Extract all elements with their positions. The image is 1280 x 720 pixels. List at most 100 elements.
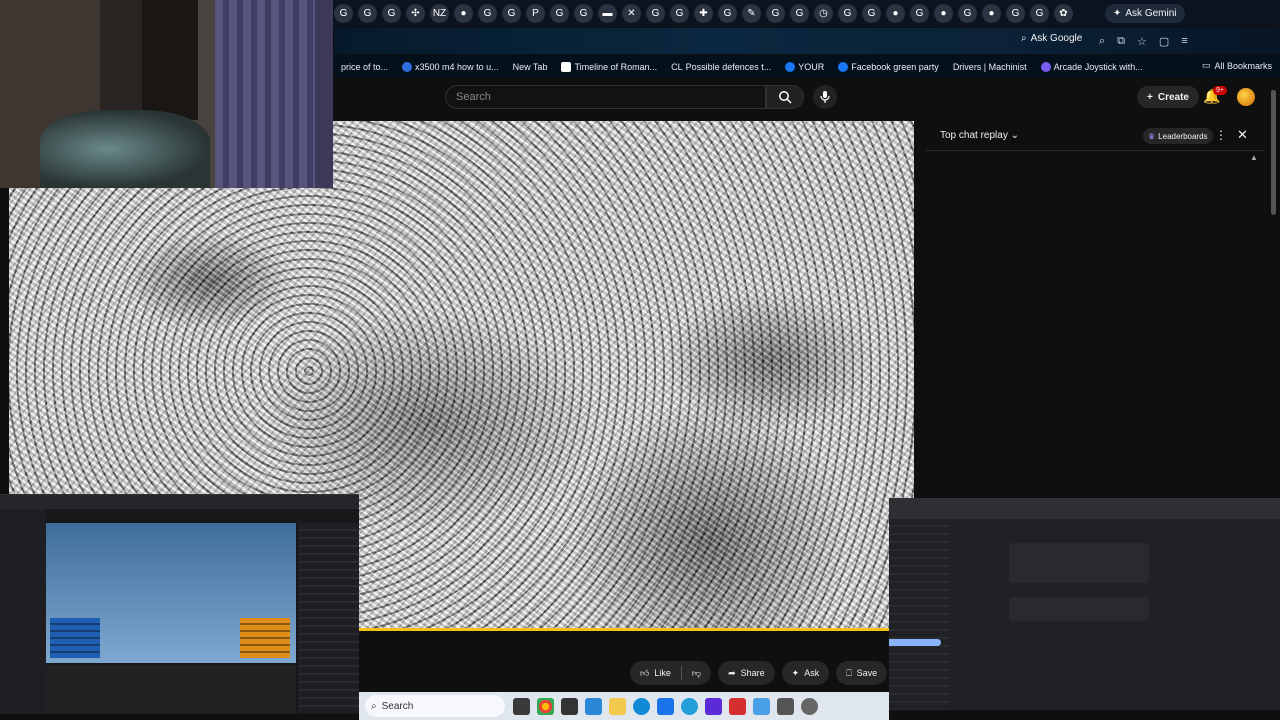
tab-favicon-icon[interactable]: ✕ xyxy=(622,4,641,23)
leaderboards-button[interactable]: ♛ Leaderboards xyxy=(1143,128,1213,144)
dislike-button[interactable]: 👎︎ xyxy=(682,668,711,679)
tab-favicon-icon[interactable]: G xyxy=(718,4,737,23)
toolbar-icons: ⌕ ⧉ ☆ ▢ ≡ xyxy=(1099,35,1188,48)
page-scrollbar[interactable] xyxy=(1271,90,1276,215)
tab-favicon-icon[interactable]: ● xyxy=(454,4,473,23)
tab-favicon-icon[interactable]: G xyxy=(790,4,809,23)
tab-favicon-icon[interactable]: G xyxy=(862,4,881,23)
tab-favicon-icon[interactable]: ◷ xyxy=(814,4,833,23)
tab-favicon-icon[interactable]: G xyxy=(358,4,377,23)
settings-gear-icon[interactable] xyxy=(801,697,818,715)
tab-favicon-icon[interactable]: G xyxy=(574,4,593,23)
more-options-icon[interactable]: ⋮ xyxy=(1215,128,1227,142)
file-explorer-icon[interactable] xyxy=(609,697,626,715)
tab-favicon-icon[interactable]: G xyxy=(910,4,929,23)
tab-favicon-icon[interactable]: G xyxy=(958,4,977,23)
tab-favicon-icon[interactable]: ● xyxy=(982,4,1001,23)
outlook-icon[interactable] xyxy=(657,697,674,715)
tab-favicon-icon[interactable]: G xyxy=(382,4,401,23)
tab-favicon-icon[interactable]: ✣ xyxy=(406,4,425,23)
tab-favicon-icon[interactable]: G xyxy=(478,4,497,23)
like-dislike-group: 👍︎ Like 👎︎ xyxy=(630,661,712,685)
share-arrow-icon: ➦ xyxy=(728,667,736,678)
bookmark-item[interactable]: Arcade Joystick with... xyxy=(1034,61,1150,72)
tab-favicon-icon[interactable]: G xyxy=(1006,4,1025,23)
share-button[interactable]: ➦ Share xyxy=(718,661,775,685)
ask-gemini-button[interactable]: ✦ Ask Gemini xyxy=(1105,4,1185,23)
menu-icon[interactable]: ≡ xyxy=(1181,35,1187,48)
tab-favicon-icon[interactable]: G xyxy=(334,4,353,23)
bookmark-item[interactable]: price of to... xyxy=(334,62,395,72)
video-progress-bar[interactable] xyxy=(359,628,889,631)
ask-google-button[interactable]: ⌕ Ask Google xyxy=(1021,33,1082,44)
cast-icon[interactable]: ⧉ xyxy=(1117,35,1125,48)
webcam-curtain xyxy=(215,0,315,188)
chrome-icon[interactable] xyxy=(537,697,554,715)
search-button[interactable] xyxy=(766,85,804,109)
tab-favicon-icon[interactable]: G xyxy=(1030,4,1049,23)
create-button[interactable]: + Create xyxy=(1137,86,1199,108)
tab-favicon-icon[interactable]: G xyxy=(670,4,689,23)
extensions-icon[interactable]: ▢ xyxy=(1159,35,1169,48)
thumbnail-info xyxy=(46,665,296,713)
chat-messages-area xyxy=(926,152,1264,492)
tab-favicon-icon[interactable]: ✎ xyxy=(742,4,761,23)
tab-favicon-icon[interactable]: G xyxy=(502,4,521,23)
avatar[interactable] xyxy=(1237,88,1255,106)
tab-favicon-icon[interactable]: P xyxy=(526,4,545,23)
thumbnail-game-view xyxy=(46,523,296,663)
tab-favicon-icon[interactable]: NZ xyxy=(430,4,449,23)
bookmark-item[interactable]: Drivers | Machinist xyxy=(946,62,1034,72)
app-icon[interactable] xyxy=(777,697,794,715)
tab-favicons: G G G ✣ NZ ● G G P G G ▬ ✕ G G ✚ G ✎ G G ◷ G G ● G ● G ● G G ✿ xyxy=(334,4,1073,23)
bookmark-item[interactable]: CL Possible defences t... xyxy=(664,62,778,72)
streaming-window-thumbnail[interactable] xyxy=(0,494,359,714)
zoom-icon[interactable]: ⌕ xyxy=(1099,35,1105,48)
tab-favicon-icon[interactable]: G xyxy=(550,4,569,23)
facebook-icon xyxy=(838,61,849,72)
settings-window-thumbnail[interactable] xyxy=(889,498,1280,710)
thumbnail-tabs xyxy=(889,499,1280,519)
bookmark-item[interactable]: x3500 m4 how to u... xyxy=(395,61,506,72)
star-bookmark-icon[interactable]: ☆ xyxy=(1137,35,1147,48)
tab-favicon-icon[interactable]: G xyxy=(646,4,665,23)
tab-favicon-icon[interactable]: ▬ xyxy=(598,4,617,23)
app-icon[interactable] xyxy=(705,697,722,715)
search-input[interactable]: Search xyxy=(445,85,766,109)
tab-favicon-icon[interactable]: ● xyxy=(886,4,905,23)
bookmark-item[interactable]: YOUR xyxy=(778,61,831,72)
all-bookmarks-button[interactable]: ▭ All Bookmarks xyxy=(1202,60,1272,71)
tab-favicon-icon[interactable]: ● xyxy=(934,4,953,23)
sparkle-icon: ✦ xyxy=(791,667,800,678)
voice-search-button[interactable] xyxy=(813,85,837,109)
taskbar-search[interactable]: ⌕ Search xyxy=(365,695,505,717)
webcam-blanket xyxy=(40,110,210,188)
tab-favicon-icon[interactable]: ✚ xyxy=(694,4,713,23)
close-icon[interactable]: ✕ xyxy=(1237,127,1248,143)
telegram-icon[interactable] xyxy=(681,697,698,715)
photos-icon[interactable] xyxy=(753,697,770,715)
windows-taskbar: ⌕ Search xyxy=(359,692,889,720)
tab-favicon-icon[interactable]: G xyxy=(838,4,857,23)
save-button[interactable]: ⎕ Save xyxy=(836,661,888,685)
like-button[interactable]: 👍︎ Like xyxy=(630,668,681,679)
chat-mode-dropdown[interactable]: Top chat replay ⌄ xyxy=(940,130,1019,141)
obs-icon[interactable] xyxy=(561,697,578,715)
bookmark-item[interactable]: Timeline of Roman... xyxy=(554,61,664,72)
edge-icon[interactable] xyxy=(633,697,650,715)
ask-button[interactable]: ✦ Ask xyxy=(781,661,830,685)
plus-icon: + xyxy=(1147,91,1153,103)
scroll-up-icon[interactable]: ▲ xyxy=(1250,153,1258,162)
tab-favicon-icon[interactable]: ✿ xyxy=(1054,4,1073,23)
app-icon[interactable] xyxy=(729,697,746,715)
thumbnail-sidebar xyxy=(0,509,46,714)
task-view-icon[interactable] xyxy=(513,697,530,715)
webcam-overlay xyxy=(0,0,333,188)
bookmark-item[interactable]: Facebook green party xyxy=(831,61,946,72)
bookmark-item[interactable]: New Tab xyxy=(506,62,555,72)
trophy-icon: ♛ xyxy=(1148,131,1156,141)
arcade-icon xyxy=(1040,61,1051,72)
search-icon: ⌕ xyxy=(371,700,377,712)
app-icon[interactable] xyxy=(585,697,602,715)
tab-favicon-icon[interactable]: G xyxy=(766,4,785,23)
